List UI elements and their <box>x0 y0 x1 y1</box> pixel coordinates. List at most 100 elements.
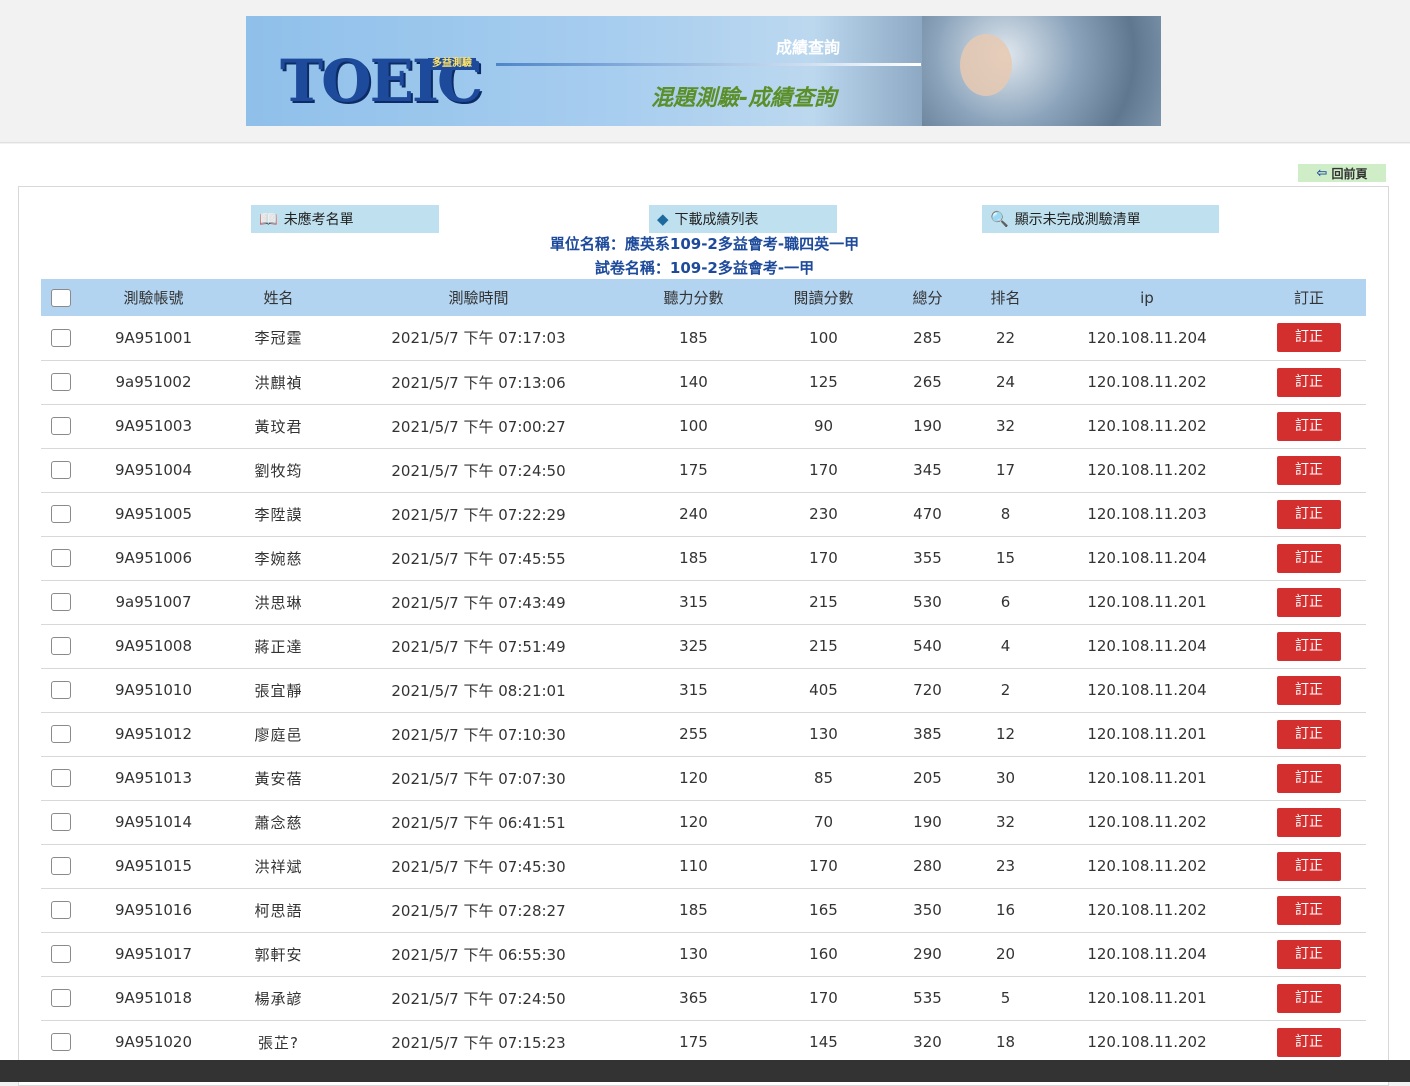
cell-test-time: 2021/5/7 下午 07:22:29 <box>331 492 626 537</box>
row-checkbox[interactable] <box>51 813 71 832</box>
cell-ip: 120.108.11.201 <box>1042 580 1252 625</box>
cell-name: 洪祥斌 <box>226 844 331 889</box>
header-account[interactable]: 測驗帳號 <box>81 279 226 316</box>
fix-button[interactable]: 訂正 <box>1277 543 1341 573</box>
fix-button[interactable]: 訂正 <box>1277 455 1341 485</box>
header-reading[interactable]: 閱讀分數 <box>761 279 886 316</box>
row-checkbox[interactable] <box>51 417 71 436</box>
cell-account: 9A951008 <box>81 624 226 669</box>
row-checkbox[interactable] <box>51 857 71 876</box>
fix-button[interactable]: 訂正 <box>1277 807 1341 837</box>
row-select-cell <box>41 536 81 581</box>
row-checkbox[interactable] <box>51 725 71 744</box>
table-row: 9A951006 李婉慈 2021/5/7 下午 07:45:55 185 170 355… <box>41 536 1366 581</box>
select-all-checkbox[interactable] <box>51 288 71 307</box>
row-checkbox[interactable] <box>51 593 71 612</box>
cell-listening: 110 <box>626 844 761 889</box>
fix-button[interactable]: 訂正 <box>1277 851 1341 881</box>
row-checkbox[interactable] <box>51 681 71 700</box>
cell-account: 9a951007 <box>81 580 226 625</box>
fix-button[interactable]: 訂正 <box>1277 939 1341 969</box>
row-checkbox[interactable] <box>51 549 71 568</box>
table-row: 9A951018 楊承諺 2021/5/7 下午 07:24:50 365 170 535… <box>41 976 1366 1021</box>
back-button[interactable]: ⇦ 回前頁 <box>1298 164 1386 182</box>
header-name[interactable]: 姓名 <box>226 279 331 316</box>
cell-account: 9a951002 <box>81 360 226 405</box>
cell-reading: 145 <box>761 1020 886 1065</box>
fix-cell: 訂正 <box>1252 668 1366 713</box>
cell-total: 345 <box>886 448 969 493</box>
absent-list-label: 未應考名單 <box>283 212 354 228</box>
fix-button[interactable]: 訂正 <box>1277 587 1341 617</box>
fix-button[interactable]: 訂正 <box>1277 499 1341 529</box>
fix-cell: 訂正 <box>1252 1020 1366 1065</box>
cell-listening: 175 <box>626 1020 761 1065</box>
bottom-bar <box>0 1060 1410 1082</box>
download-scores-button[interactable]: ◆ 下載成績列表 <box>649 205 837 233</box>
fix-button[interactable]: 訂正 <box>1277 719 1341 749</box>
row-checkbox[interactable] <box>51 989 71 1008</box>
fix-cell: 訂正 <box>1252 580 1366 625</box>
table-row: 9A951014 蕭念慈 2021/5/7 下午 06:41:51 120 70 190 3… <box>41 800 1366 845</box>
row-checkbox[interactable] <box>51 901 71 920</box>
row-checkbox[interactable] <box>51 637 71 656</box>
cell-name: 蕭念慈 <box>226 800 331 845</box>
cell-listening: 255 <box>626 712 761 757</box>
fix-button[interactable]: 訂正 <box>1277 367 1341 397</box>
table-row: 9A951005 李陞謨 2021/5/7 下午 07:22:29 240 230 470… <box>41 492 1366 537</box>
table-row: 9A951012 廖庭邑 2021/5/7 下午 07:10:30 255 130 385… <box>41 712 1366 757</box>
cell-reading: 170 <box>761 976 886 1021</box>
row-checkbox[interactable] <box>51 505 71 524</box>
cell-reading: 215 <box>761 624 886 669</box>
cell-rank: 5 <box>969 976 1042 1021</box>
header-listening[interactable]: 聽力分數 <box>626 279 761 316</box>
cell-listening: 185 <box>626 888 761 933</box>
row-checkbox[interactable] <box>51 1033 71 1052</box>
cell-test-time: 2021/5/7 下午 07:10:30 <box>331 712 626 757</box>
header-ip[interactable]: ip <box>1042 279 1252 316</box>
fix-cell: 訂正 <box>1252 448 1366 493</box>
row-checkbox[interactable] <box>51 769 71 788</box>
fix-button[interactable]: 訂正 <box>1277 895 1341 925</box>
table-row: 9a951007 洪思琳 2021/5/7 下午 07:43:49 315 215 530… <box>41 580 1366 625</box>
magnifier-icon: 🔍 <box>990 210 1009 228</box>
cell-total: 470 <box>886 492 969 537</box>
fix-button[interactable]: 訂正 <box>1277 631 1341 661</box>
fix-button[interactable]: 訂正 <box>1277 675 1341 705</box>
cell-reading: 85 <box>761 756 886 801</box>
cell-account: 9A951005 <box>81 492 226 537</box>
table-row: 9A951004 劉牧筠 2021/5/7 下午 07:24:50 175 170 345… <box>41 448 1366 493</box>
fix-button[interactable]: 訂正 <box>1277 411 1341 441</box>
cell-name: 李陞謨 <box>226 492 331 537</box>
fix-button[interactable]: 訂正 <box>1277 1027 1341 1057</box>
fix-cell: 訂正 <box>1252 360 1366 405</box>
fix-button[interactable]: 訂正 <box>1277 983 1341 1013</box>
cell-test-time: 2021/5/7 下午 07:45:30 <box>331 844 626 889</box>
cell-rank: 12 <box>969 712 1042 757</box>
incomplete-tests-label: 顯示未完成測驗清單 <box>1014 212 1141 228</box>
row-checkbox[interactable] <box>51 461 71 480</box>
fix-button[interactable]: 訂正 <box>1277 763 1341 793</box>
cell-listening: 365 <box>626 976 761 1021</box>
row-checkbox[interactable] <box>51 373 71 392</box>
header-total[interactable]: 總分 <box>886 279 969 316</box>
incomplete-tests-button[interactable]: 🔍 顯示未完成測驗清單 <box>982 205 1219 233</box>
cell-ip: 120.108.11.204 <box>1042 668 1252 713</box>
cell-rank: 16 <box>969 888 1042 933</box>
cell-name: 李冠霆 <box>226 316 331 361</box>
header-rank[interactable]: 排名 <box>969 279 1042 316</box>
fix-cell: 訂正 <box>1252 316 1366 361</box>
cell-reading: 230 <box>761 492 886 537</box>
row-checkbox[interactable] <box>51 329 71 347</box>
scores-table: 測驗帳號 姓名 測驗時間 聽力分數 閱讀分數 總分 排名 ip 訂正 9A951… <box>41 279 1366 1065</box>
header-test-time[interactable]: 測驗時間 <box>331 279 626 316</box>
fix-button[interactable]: 訂正 <box>1277 323 1341 353</box>
row-checkbox[interactable] <box>51 945 71 964</box>
cell-name: 郭軒安 <box>226 932 331 977</box>
absent-list-button[interactable]: 📖 未應考名單 <box>251 205 439 233</box>
cell-test-time: 2021/5/7 下午 07:15:23 <box>331 1020 626 1065</box>
select-all-cell <box>41 279 81 316</box>
table-row: 9A951010 張宜靜 2021/5/7 下午 08:21:01 315 405 720… <box>41 668 1366 713</box>
cell-test-time: 2021/5/7 下午 07:24:50 <box>331 448 626 493</box>
open-book-icon: 📖 <box>259 210 278 228</box>
